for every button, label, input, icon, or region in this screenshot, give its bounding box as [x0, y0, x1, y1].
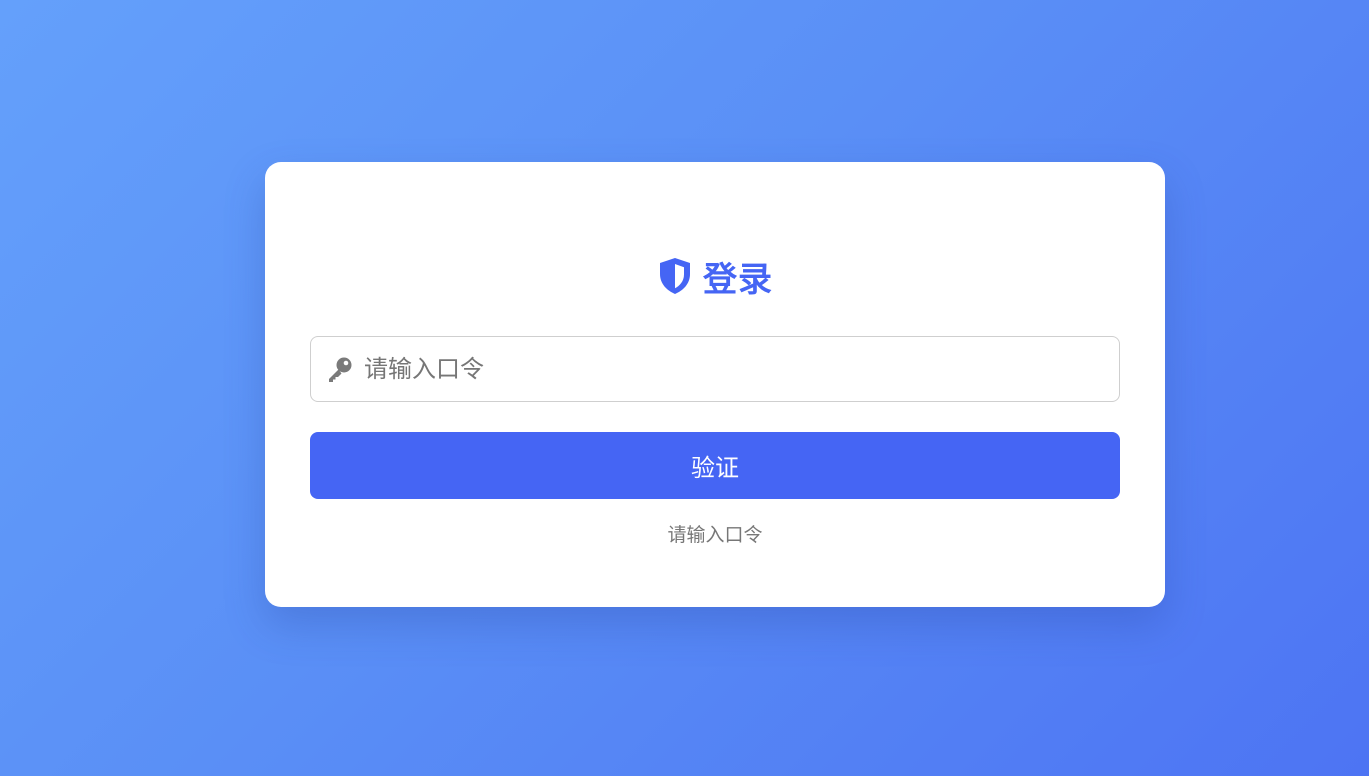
shield-icon	[657, 257, 693, 295]
password-input[interactable]	[364, 339, 1119, 399]
key-icon	[326, 355, 354, 383]
verify-button[interactable]: 验证	[310, 432, 1120, 499]
login-card: 登录 验证 请输入口令	[265, 162, 1165, 607]
login-header: 登录	[265, 254, 1165, 300]
page-title: 登录	[703, 259, 773, 300]
password-field[interactable]	[310, 336, 1120, 402]
status-hint: 请输入口令	[667, 524, 763, 546]
